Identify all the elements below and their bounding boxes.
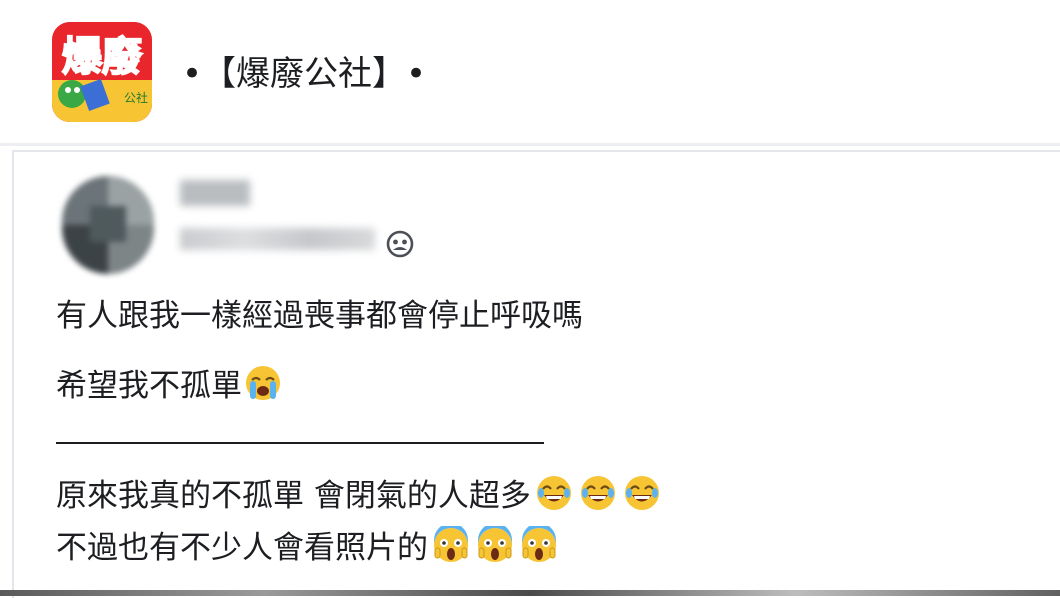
post-text: 希望我不孤單 [56, 368, 242, 404]
group-logo-art: 爆廢 公社 [52, 22, 152, 122]
post-timestamp-blurred[interactable] [180, 228, 375, 250]
group-header: 爆廢 公社 •【爆廢公社】• [0, 0, 1060, 145]
author-name-blurred[interactable] [180, 180, 250, 206]
svg-text:爆廢: 爆廢 [62, 34, 143, 80]
post-text: 有人跟我一樣經過喪事都會停止呼吸嗎 [56, 298, 583, 334]
post-text: 不過也有不少人會看照片的 [56, 530, 428, 566]
group-name[interactable]: •【爆廢公社】• [182, 48, 426, 100]
author-avatar-blurred[interactable] [62, 176, 154, 274]
post-text-line-3: 原來我真的不孤單 會閉氣的人超多 [56, 474, 663, 516]
separator-line [56, 442, 544, 444]
tears-of-joy-face-icon [580, 476, 615, 510]
tears-of-joy-face-icon [536, 476, 571, 510]
screaming-in-fear-face-icon [522, 526, 556, 562]
post-text-line-1: 有人跟我一樣經過喪事都會停止呼吸嗎 [56, 296, 583, 336]
screaming-in-fear-face-icon [478, 526, 512, 562]
screaming-in-fear-face-icon [434, 526, 468, 562]
post-text-line-4: 不過也有不少人會看照片的 [56, 526, 560, 568]
post-card: 有人跟我一樣經過喪事都會停止呼吸嗎 希望我不孤單 原來我真的不孤單 會閉氣的人超… [12, 150, 1060, 598]
tears-of-joy-face-icon [624, 476, 659, 510]
group-members-icon[interactable] [386, 230, 414, 258]
post-text: 原來我真的不孤單 會閉氣的人超多 [56, 478, 531, 514]
header-divider [0, 143, 1060, 146]
post-text-line-2: 希望我不孤單 [56, 364, 282, 406]
svg-text:公社: 公社 [124, 90, 148, 105]
loudly-crying-face-icon [246, 366, 280, 400]
group-logo-image[interactable]: 爆廢 公社 [52, 22, 152, 122]
bottom-image-strip [0, 590, 1060, 596]
